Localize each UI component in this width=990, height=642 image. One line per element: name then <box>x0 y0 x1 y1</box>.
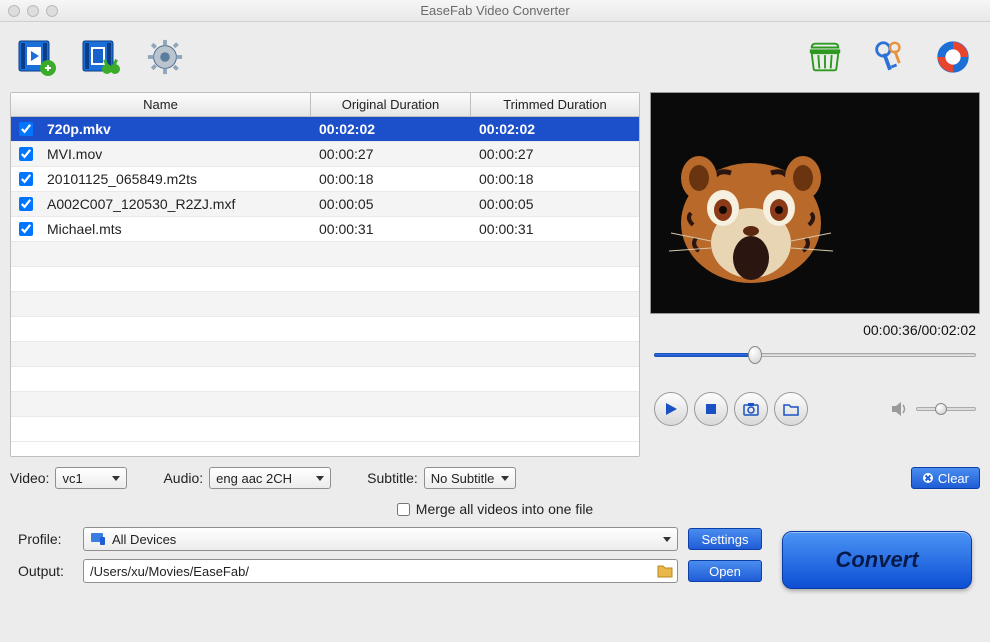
purchase-button[interactable] <box>803 35 847 79</box>
file-checkbox[interactable] <box>19 147 33 161</box>
file-row[interactable]: A002C007_120530_R2ZJ.mxf00:00:0500:00:05 <box>11 192 639 217</box>
audio-track-select[interactable]: eng aac 2CH <box>209 467 331 489</box>
file-name: A002C007_120530_R2ZJ.mxf <box>41 196 311 212</box>
profile-select[interactable]: All Devices <box>83 527 678 551</box>
edit-video-button[interactable] <box>79 35 123 79</box>
file-name: MVI.mov <box>41 146 311 162</box>
stop-button[interactable] <box>694 392 728 426</box>
profile-settings-button[interactable]: Settings <box>688 528 762 550</box>
file-trimmed-duration: 00:00:18 <box>471 171 639 187</box>
file-original-duration: 00:00:27 <box>311 146 471 162</box>
preview-video[interactable] <box>650 92 980 314</box>
video-track-label: Video: <box>10 470 49 486</box>
audio-track-label: Audio: <box>163 470 203 486</box>
column-name[interactable]: Name <box>11 93 311 116</box>
file-checkbox[interactable] <box>19 122 33 136</box>
clear-button[interactable]: Clear <box>911 467 980 489</box>
subtitle-track-select[interactable]: No Subtitle <box>424 467 516 489</box>
file-list: Name Original Duration Trimmed Duration … <box>10 92 640 457</box>
file-row[interactable]: 20101125_065849.m2ts00:00:1800:00:18 <box>11 167 639 192</box>
snapshot-button[interactable] <box>734 392 768 426</box>
file-checkbox[interactable] <box>19 197 33 211</box>
file-trimmed-duration: 00:00:27 <box>471 146 639 162</box>
file-original-duration: 00:00:05 <box>311 196 471 212</box>
folder-icon[interactable] <box>657 564 673 578</box>
file-original-duration: 00:00:18 <box>311 171 471 187</box>
file-list-header: Name Original Duration Trimmed Duration <box>11 93 639 117</box>
file-name: 720p.mkv <box>41 121 311 137</box>
device-icon <box>90 532 106 546</box>
file-trimmed-duration: 00:02:02 <box>471 121 639 137</box>
preview-panel: 00:00:36/00:02:02 <box>650 92 980 457</box>
output-label: Output: <box>18 563 73 579</box>
add-video-button[interactable] <box>15 35 59 79</box>
column-original-duration[interactable]: Original Duration <box>311 93 471 116</box>
preview-frame-image <box>651 113 851 293</box>
profile-label: Profile: <box>18 531 73 547</box>
subtitle-track-label: Subtitle: <box>367 470 418 486</box>
preview-seek-slider[interactable] <box>654 344 976 364</box>
convert-button[interactable]: Convert <box>782 531 972 589</box>
toolbar <box>0 22 990 92</box>
video-track-select[interactable]: vc1 <box>55 467 127 489</box>
merge-checkbox[interactable] <box>397 503 410 516</box>
file-row[interactable]: 720p.mkv00:02:0200:02:02 <box>11 117 639 142</box>
file-trimmed-duration: 00:00:31 <box>471 221 639 237</box>
file-original-duration: 00:02:02 <box>311 121 471 137</box>
file-checkbox[interactable] <box>19 172 33 186</box>
volume-icon[interactable] <box>890 400 910 418</box>
file-row[interactable]: MVI.mov00:00:2700:00:27 <box>11 142 639 167</box>
open-output-button[interactable]: Open <box>688 560 762 582</box>
preview-timecode: 00:00:36/00:02:02 <box>650 314 980 344</box>
help-button[interactable] <box>931 35 975 79</box>
play-button[interactable] <box>654 392 688 426</box>
volume-slider[interactable] <box>916 407 976 411</box>
output-path-field[interactable]: /Users/xu/Movies/EaseFab/ <box>83 559 678 583</box>
file-checkbox[interactable] <box>19 222 33 236</box>
settings-gear-button[interactable] <box>143 35 187 79</box>
window-title: EaseFab Video Converter <box>0 3 990 18</box>
merge-label: Merge all videos into one file <box>416 501 593 517</box>
titlebar: EaseFab Video Converter <box>0 0 990 22</box>
file-trimmed-duration: 00:00:05 <box>471 196 639 212</box>
file-row[interactable]: Michael.mts00:00:3100:00:31 <box>11 217 639 242</box>
register-key-button[interactable] <box>867 35 911 79</box>
file-name: 20101125_065849.m2ts <box>41 171 311 187</box>
file-name: Michael.mts <box>41 221 311 237</box>
file-original-duration: 00:00:31 <box>311 221 471 237</box>
snapshot-folder-button[interactable] <box>774 392 808 426</box>
column-trimmed-duration[interactable]: Trimmed Duration <box>471 93 639 116</box>
